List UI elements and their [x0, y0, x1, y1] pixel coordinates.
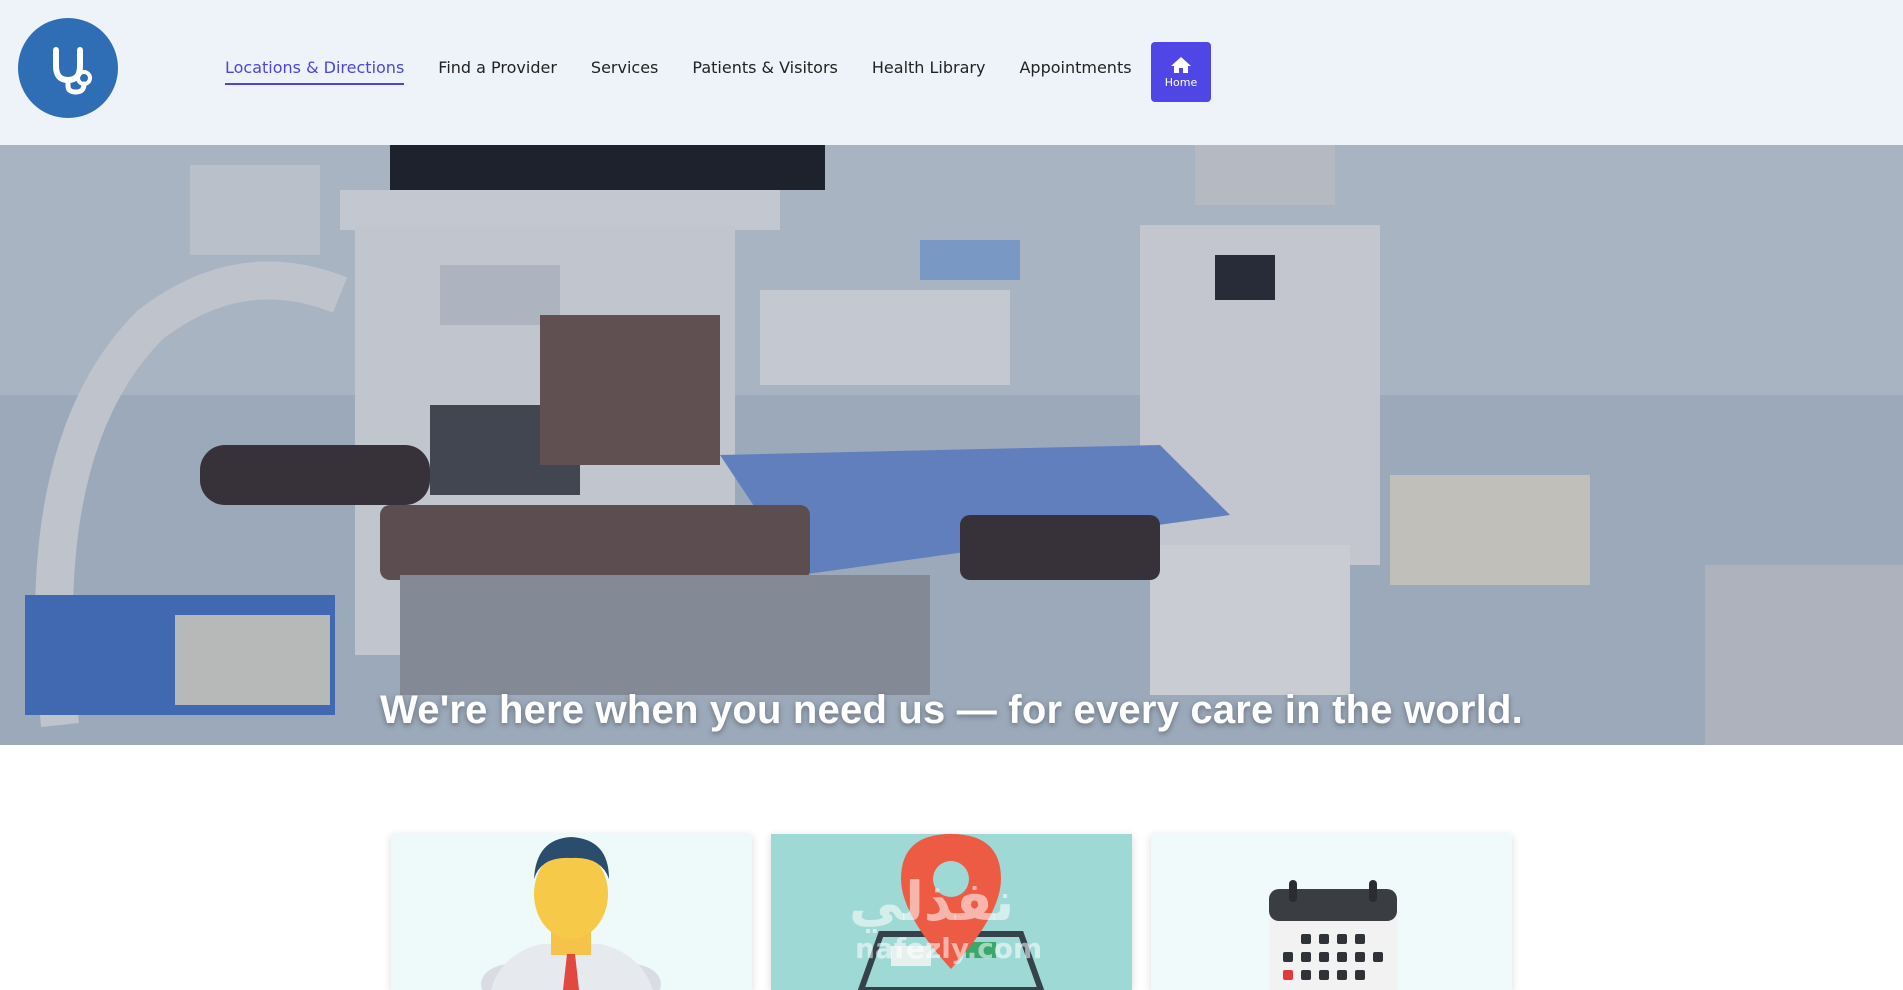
nav-health-library[interactable]: Health Library	[872, 58, 986, 85]
calendar-illustration	[1269, 880, 1397, 990]
card-appointments[interactable]	[1151, 834, 1512, 990]
watermark-domain: nafezly.com	[855, 932, 1043, 965]
home-icon	[1171, 56, 1191, 73]
home-button[interactable]: Home	[1151, 42, 1211, 102]
card-find-doctor[interactable]	[391, 834, 752, 990]
main-nav: Locations & Directions Find a Provider S…	[225, 58, 1166, 85]
hero-title: We're here when you need us — for every …	[380, 688, 1523, 732]
hero-banner: We're here when you need us — for every …	[0, 145, 1903, 745]
site-header: Locations & Directions Find a Provider S…	[0, 0, 1903, 145]
stethoscope-logo-icon[interactable]	[18, 18, 118, 118]
watermark-arabic: نفذلي	[849, 870, 1015, 933]
card-locations[interactable]: نفذلي nafezly.com	[771, 834, 1132, 990]
nav-services[interactable]: Services	[591, 58, 658, 85]
home-button-label: Home	[1164, 75, 1198, 89]
doctor-illustration	[481, 837, 661, 990]
nav-appointments[interactable]: Appointments	[1019, 58, 1131, 85]
watermark: نفذلي nafezly.com	[849, 870, 1043, 966]
nav-locations-directions[interactable]: Locations & Directions	[225, 58, 405, 85]
hero-overlay	[0, 145, 1903, 745]
nav-patients-visitors[interactable]: Patients & Visitors	[692, 58, 838, 85]
nav-find-provider[interactable]: Find a Provider	[438, 58, 557, 85]
